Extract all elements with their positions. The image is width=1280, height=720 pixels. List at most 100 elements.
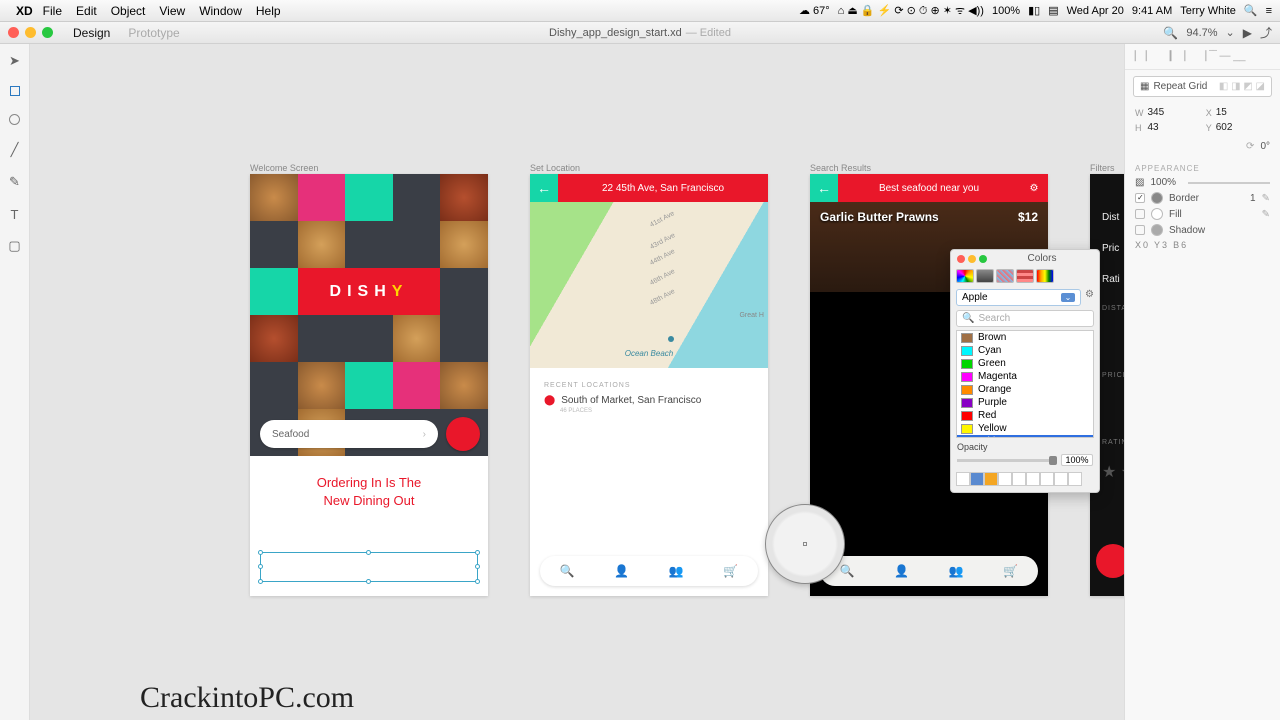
design-canvas[interactable]: Welcome Screen DISHY Seafood › Ordering … [30,44,1124,720]
ellipse-tool-icon[interactable] [9,114,20,125]
pen-tool-icon[interactable]: ✎ [8,175,22,189]
color-row[interactable]: Yellow [957,422,1093,435]
nav-group-icon[interactable]: 👥 [949,564,964,578]
eyedropper-icon[interactable]: ✎ [1262,209,1270,220]
menu-file[interactable]: File [43,4,62,18]
selection-frame[interactable] [260,552,478,582]
opacity-value[interactable]: 100% [1150,177,1176,188]
back-button[interactable]: ← [530,174,558,202]
menu-object[interactable]: Object [111,4,146,18]
minimize-window-icon[interactable] [25,27,36,38]
recent-color-swatch[interactable] [956,472,970,486]
border-width-input[interactable]: 1 [1250,193,1256,204]
shadow-color-chip[interactable] [1151,224,1163,236]
color-list[interactable]: BrownCyanGreenMagentaOrangePurpleRedYell… [956,330,1094,438]
eyedropper-icon[interactable]: ✎ [1262,193,1270,204]
share-icon[interactable]: ⤴ [1260,24,1272,41]
shadow-blur-input[interactable]: 6 [1181,240,1186,250]
opacity-slider[interactable] [957,459,1057,462]
app-name[interactable]: XD [16,4,33,18]
rotate-icon[interactable]: ⟳ [1246,141,1254,152]
border-color-chip[interactable] [1151,192,1163,204]
align-center-icon[interactable]: ⎹⎸ [1160,50,1182,62]
spotlight-icon[interactable]: 🔍 [1244,4,1258,17]
mode-design-tab[interactable]: Design [73,26,110,40]
maximize-window-icon[interactable] [42,27,53,38]
align-bottom-icon[interactable]: __ [1233,50,1245,62]
search-fab-button[interactable] [446,417,480,451]
filter-row[interactable]: Dist [1090,202,1124,233]
close-window-icon[interactable] [8,27,19,38]
artboard-label[interactable]: Set Location [530,163,580,173]
recent-color-swatch[interactable] [998,472,1012,486]
artboard-label[interactable]: Filters [1090,163,1115,173]
preview-icon[interactable]: ▶ [1243,26,1252,40]
zoom-icon[interactable] [979,255,987,263]
repeat-grid-button[interactable]: ▦ Repeat Grid ◧ ◨ ◩ ◪ [1133,76,1272,97]
menu-window[interactable]: Window [199,4,242,18]
artboard-welcome[interactable]: DISHY Seafood › Ordering In Is TheNew Di… [250,174,488,596]
gear-icon[interactable]: ⚙ [1085,289,1094,306]
rectangle-tool-icon[interactable] [10,86,20,96]
color-row[interactable]: Orange [957,383,1093,396]
palette-select[interactable]: Apple⌄ [956,289,1081,306]
select-tool-icon[interactable]: ➤ [8,54,22,68]
height-input[interactable]: 43 [1148,122,1202,133]
menu-edit[interactable]: Edit [76,4,97,18]
color-row[interactable]: Purple [957,396,1093,409]
color-row[interactable]: Brown [957,331,1093,344]
line-tool-icon[interactable]: ╱ [8,143,22,157]
color-row[interactable]: Green [957,357,1093,370]
align-top-icon[interactable]: ‾‾ [1209,50,1216,62]
align-left-icon[interactable]: ⎸⎸ [1135,50,1157,62]
recent-color-swatch[interactable] [1026,472,1040,486]
recent-color-swatch[interactable] [1068,472,1082,486]
color-search-input[interactable]: 🔍 Search [956,310,1094,327]
color-row[interactable]: Magenta [957,370,1093,383]
user-name[interactable]: Terry White [1180,5,1236,17]
menu-help[interactable]: Help [256,4,281,18]
color-mode-tabs[interactable] [951,267,1099,285]
nav-user-icon[interactable]: 👤 [894,564,909,578]
recent-color-swatch[interactable] [970,472,984,486]
nav-search-icon[interactable]: 🔍 [840,564,855,578]
rotation-input[interactable]: 0° [1260,141,1270,152]
mode-prototype-tab[interactable]: Prototype [128,26,179,40]
shadow-x-input[interactable]: 0 [1143,240,1148,250]
siri-icon[interactable]: ≡ [1266,5,1272,17]
nav-group-icon[interactable]: 👥 [669,564,684,578]
artboard-label[interactable]: Welcome Screen [250,163,318,173]
shadow-y-input[interactable]: 3 [1162,240,1167,250]
menu-view[interactable]: View [159,4,185,18]
recent-location-row[interactable]: ⬤ South of Market, San Francisco [544,395,768,406]
x-input[interactable]: 15 [1216,107,1270,118]
fill-color-chip[interactable] [1151,208,1163,220]
recent-color-swatch[interactable] [1012,472,1026,486]
close-icon[interactable] [957,255,965,263]
align-middle-icon[interactable]: ― [1219,50,1230,62]
color-row[interactable]: Cyan [957,344,1093,357]
shadow-checkbox[interactable] [1135,225,1145,235]
color-picker-panel[interactable]: Colors Apple⌄ ⚙ 🔍 Search BrownCyanGreenM… [950,249,1100,493]
width-input[interactable]: 345 [1148,107,1202,118]
color-row[interactable]: Red [957,409,1093,422]
zoom-level[interactable]: 94.7% [1186,27,1217,39]
text-tool-icon[interactable]: T [8,207,22,221]
recent-color-swatch[interactable] [984,472,998,486]
opacity-slider[interactable] [1188,182,1270,184]
nav-user-icon[interactable]: 👤 [614,564,629,578]
artboard-set-location[interactable]: ← 22 45th Ave, San Francisco 41st Ave 43… [530,174,768,596]
zoom-chevron-icon[interactable]: ⌄ [1226,26,1235,39]
opacity-value[interactable]: 100% [1061,454,1093,466]
pathfinder-icons[interactable]: ◧ ◨ ◩ ◪ [1219,81,1265,92]
y-input[interactable]: 602 [1216,122,1270,133]
filter-icon[interactable]: ⚙ [1020,183,1048,194]
artboard-label[interactable]: Search Results [810,163,871,173]
search-zoom-icon[interactable]: 🔍 [1163,26,1178,40]
fill-checkbox[interactable] [1135,209,1145,219]
map-view[interactable]: 41st Ave 43rd Ave 44th Ave 46th Ave 48th… [530,202,768,368]
notification-icon[interactable]: ▤ [1048,4,1058,17]
back-button[interactable]: ← [810,174,838,202]
nav-cart-icon[interactable]: 🛒 [1003,564,1018,578]
nav-search-icon[interactable]: 🔍 [560,564,575,578]
